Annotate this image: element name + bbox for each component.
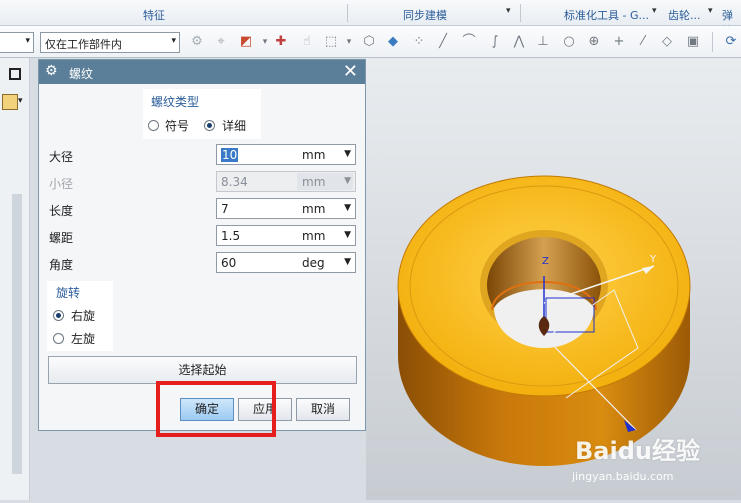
ribbon-group-sync-modeling[interactable]: 同步建模 [403,7,447,23]
chevron-down-icon[interactable]: ▾ [18,96,23,106]
pitch-field[interactable]: 1.5 mm ▼ [216,225,356,246]
chevron-down-icon[interactable]: ▾ [506,6,511,16]
polyline-icon[interactable]: ⋀ [510,33,528,51]
chevron-down-icon: ▾ [171,36,176,46]
minor-diameter-unit: mm [302,175,326,189]
line-icon[interactable]: ╱ [434,33,452,51]
minor-diameter-field: 8.34 mm ▼ [216,171,356,192]
radio-left-hand-label[interactable]: 左旋 [71,330,95,347]
watermark-url: jingyan.baidu.com [572,470,674,483]
ribbon-group-features[interactable]: 特征 [143,7,165,23]
highlight-frame [156,381,276,437]
watermark-logo: Baidu经验 [575,437,700,465]
radio-symbolic[interactable] [148,120,159,131]
gear-icon: ⚙ [45,63,58,79]
thread-type-header: 螺纹类型 [151,95,200,109]
pitch-value[interactable]: 1.5 [221,229,240,243]
curve-icon[interactable]: ⌒ [460,33,478,51]
scope-filter-dropdown[interactable]: 仅在工作部件内 ▾ [40,32,180,53]
chevron-down-icon[interactable]: ▼ [344,257,351,267]
snap-point-icon[interactable]: ✚ [272,33,290,51]
center-point-icon[interactable]: ⊕ [585,33,603,51]
face-icon[interactable]: ◇ [658,33,676,51]
solid-icon[interactable]: ⬡ [360,33,378,51]
toolbar-separator [712,32,713,52]
cancel-button[interactable]: 取消 [296,398,350,421]
length-field[interactable]: 7 mm ▼ [216,198,356,219]
radio-detailed[interactable] [204,120,215,131]
radio-symbolic-label[interactable]: 符号 [165,117,189,134]
rotation-header: 旋转 [56,286,81,300]
radio-right-hand[interactable] [53,310,64,321]
dialog-title: 螺纹 [69,67,94,81]
thread-type-group: 螺纹类型 符号 详细 [143,89,261,139]
ribbon-separator [520,4,521,22]
view-icon[interactable]: ▣ [684,33,702,51]
ribbon-group-bar: 特征 同步建模 ▾ 标准化工具 - G... ▾ 齿轮... ▾ 弹簧 [0,0,741,38]
chevron-down-icon[interactable]: ▾ [652,6,657,16]
cube-icon[interactable]: ◆ [384,33,402,51]
major-diameter-label: 大径 [49,150,74,164]
radio-left-hand[interactable] [53,333,64,344]
angle-field[interactable]: 60 deg ▼ [216,252,356,273]
minor-diameter-value: 8.34 [221,175,248,189]
major-diameter-field[interactable]: 10 mm ▼ [216,144,356,165]
spline-icon[interactable]: ∫ [486,33,504,51]
angle-value[interactable]: 60 [221,256,236,270]
chevron-down-icon: ▼ [344,176,351,186]
cursor-icon[interactable]: ☝ [298,33,316,51]
chevron-down-icon[interactable]: ▾ [340,33,358,51]
type-filter-dropdown[interactable]: ▾ [0,32,34,53]
point-cloud-icon[interactable]: ⁘ [410,33,428,51]
maximize-icon[interactable] [9,68,21,80]
refresh-icon[interactable]: ⟳ [722,33,740,51]
close-icon[interactable]: ✕ [343,61,358,82]
box-select-icon[interactable]: ⬚ [322,33,340,51]
select-tool-icon[interactable]: ⌖ [212,33,230,51]
major-diameter-value[interactable]: 10 [221,148,239,162]
radio-right-hand-label[interactable]: 右旋 [71,307,95,324]
cross-icon[interactable]: + [610,33,628,51]
chevron-down-icon[interactable]: ▾ [708,6,713,16]
tangent-icon[interactable]: ⁄ [634,33,652,51]
length-label: 长度 [49,204,74,218]
circle-icon[interactable]: ○ [560,33,578,51]
chevron-down-icon[interactable]: ▼ [344,230,351,240]
length-value[interactable]: 7 [221,202,229,216]
scope-filter-value: 仅在工作部件内 [45,38,122,51]
filter-icon[interactable]: ◩ [237,33,255,51]
chevron-down-icon[interactable]: ▼ [344,149,351,159]
resource-bar: ▾ [0,58,30,500]
ribbon-group-gears[interactable]: 齿轮... [668,7,701,23]
radio-detailed-label[interactable]: 详细 [222,117,246,134]
pitch-label: 螺距 [49,231,74,245]
snap-icon[interactable]: ⚙ [188,33,206,51]
part-navigator-icon[interactable] [2,94,18,110]
selection-toolbar: ▾ 仅在工作部件内 ▾ ⚙ ⌖ ◩ ▾ ✚ ☝ ⬚ ▾ ⬡ ◆ ⁘ ╱ ⌒ ∫ … [0,26,741,58]
minor-diameter-label: 小径 [49,177,74,191]
scrollbar[interactable] [12,194,22,474]
dialog-title-bar[interactable]: ⚙ 螺纹 ✕ [39,60,365,84]
intersection-icon[interactable]: ⊥ [534,33,552,51]
ribbon-group-standard-tools[interactable]: 标准化工具 - G... [564,7,649,23]
select-start-button[interactable]: 选择起始 [48,356,357,384]
angle-label: 角度 [49,258,74,272]
chevron-down-icon: ▾ [25,36,30,46]
z-axis-label: Z [542,256,549,267]
major-diameter-unit[interactable]: mm [302,148,325,162]
rotation-group: 旋转 右旋 左旋 [47,281,113,351]
angle-unit[interactable]: deg [302,256,325,270]
length-unit[interactable]: mm [302,202,325,216]
pitch-unit[interactable]: mm [302,229,325,243]
y-axis-label: Y [650,254,657,265]
ribbon-separator [347,4,348,22]
chevron-down-icon[interactable]: ▼ [344,203,351,213]
thread-dialog: ⚙ 螺纹 ✕ 螺纹类型 符号 详细 大径 10 mm ▼ 小径 8.34 mm … [38,59,366,431]
